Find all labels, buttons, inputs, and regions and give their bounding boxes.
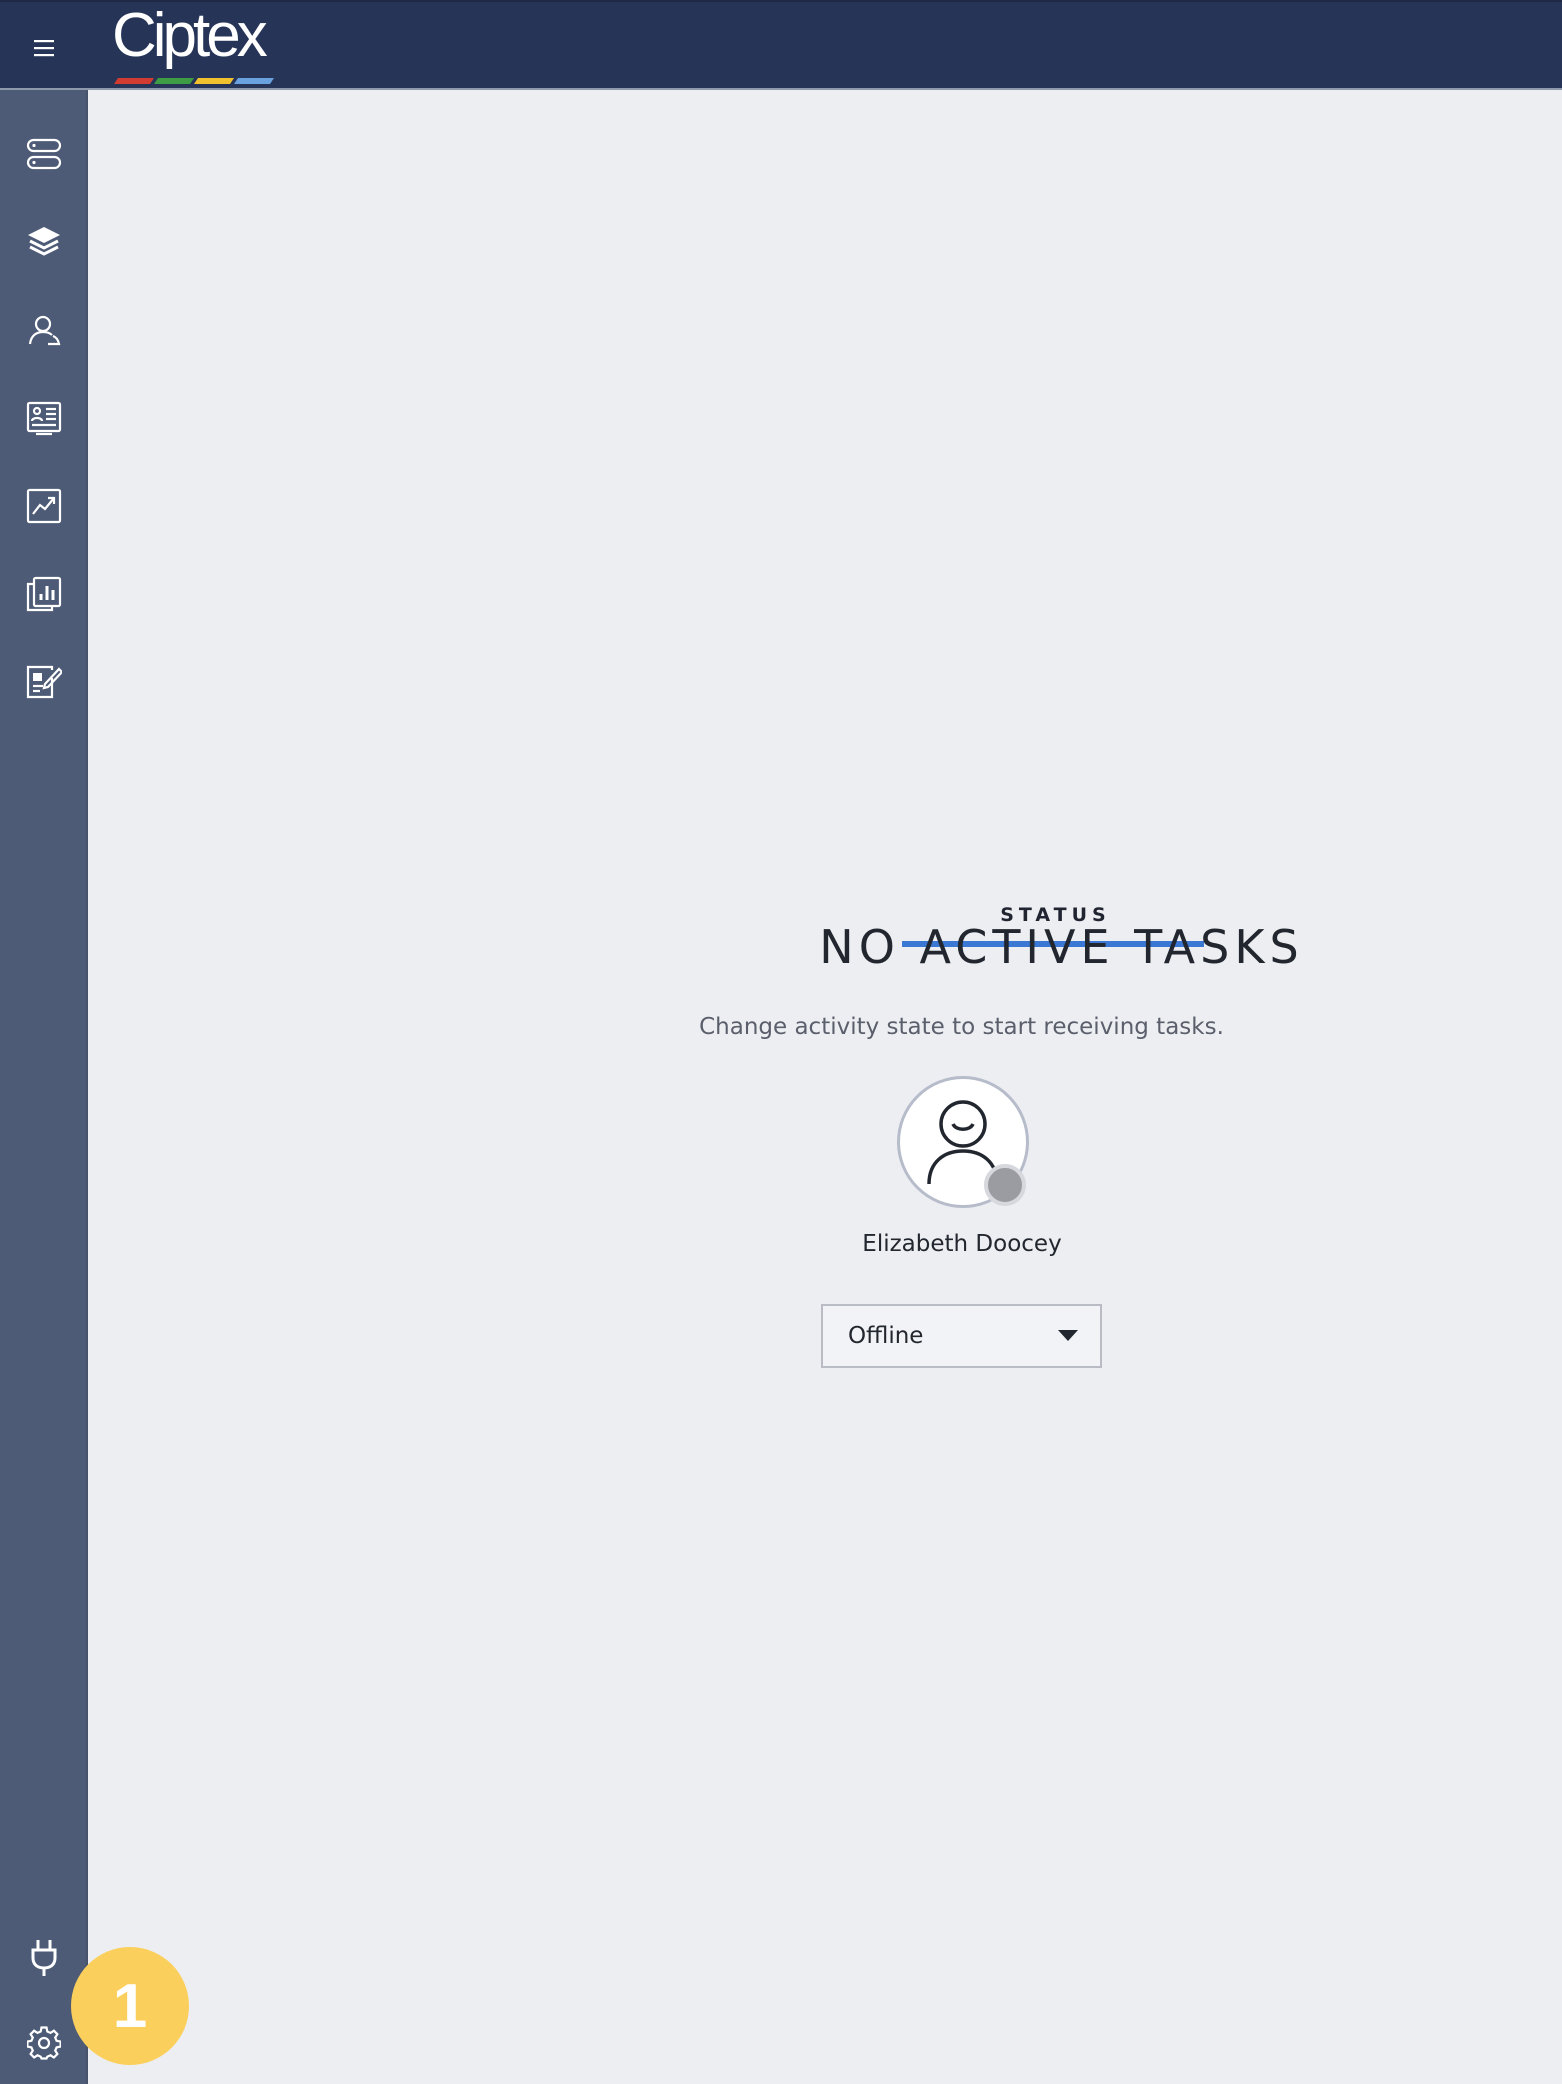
sidebar-item-connection[interactable] bbox=[14, 1928, 74, 1988]
server-stack-icon bbox=[26, 138, 62, 170]
edit-form-icon bbox=[26, 665, 62, 699]
sidebar-item-layers[interactable] bbox=[14, 212, 74, 272]
sidebar-item-directory[interactable] bbox=[14, 388, 74, 448]
left-sidebar bbox=[0, 90, 88, 2084]
gear-icon bbox=[27, 2026, 61, 2060]
sidebar-item-forms[interactable] bbox=[14, 652, 74, 712]
page-heading: NO ACTIVE TASKS bbox=[819, 920, 1304, 974]
caret-down-icon bbox=[1058, 1330, 1078, 1341]
logo-color-bars bbox=[114, 78, 274, 84]
page-subtext: Change activity state to start receiving… bbox=[699, 1014, 1224, 1040]
main-content: STATUS bbox=[90, 90, 1562, 2084]
offline-status-dot bbox=[984, 1164, 1026, 1206]
sidebar-item-analytics[interactable] bbox=[14, 476, 74, 536]
trend-chart-icon bbox=[26, 488, 62, 524]
hamburger-icon bbox=[34, 40, 54, 57]
contacts-icon bbox=[28, 315, 61, 346]
activity-state-select[interactable]: Offline bbox=[821, 1304, 1102, 1368]
plug-icon bbox=[31, 1940, 57, 1976]
top-bar: Ciptex bbox=[0, 0, 1562, 90]
sidebar-item-contacts[interactable] bbox=[14, 300, 74, 360]
layers-icon bbox=[28, 227, 60, 256]
sidebar-item-settings[interactable] bbox=[14, 2013, 74, 2073]
sidebar-item-reports[interactable] bbox=[14, 564, 74, 624]
user-name: Elizabeth Doocey bbox=[862, 1231, 1062, 1257]
ciptex-logo[interactable]: Ciptex bbox=[110, 1, 282, 88]
activity-state-value: Offline bbox=[848, 1323, 924, 1349]
logo-text: Ciptex bbox=[112, 1, 268, 70]
hamburger-menu-button[interactable] bbox=[22, 28, 66, 68]
sidebar-item-servers[interactable] bbox=[14, 124, 74, 184]
report-chart-icon bbox=[26, 576, 62, 612]
id-card-icon bbox=[26, 401, 62, 436]
